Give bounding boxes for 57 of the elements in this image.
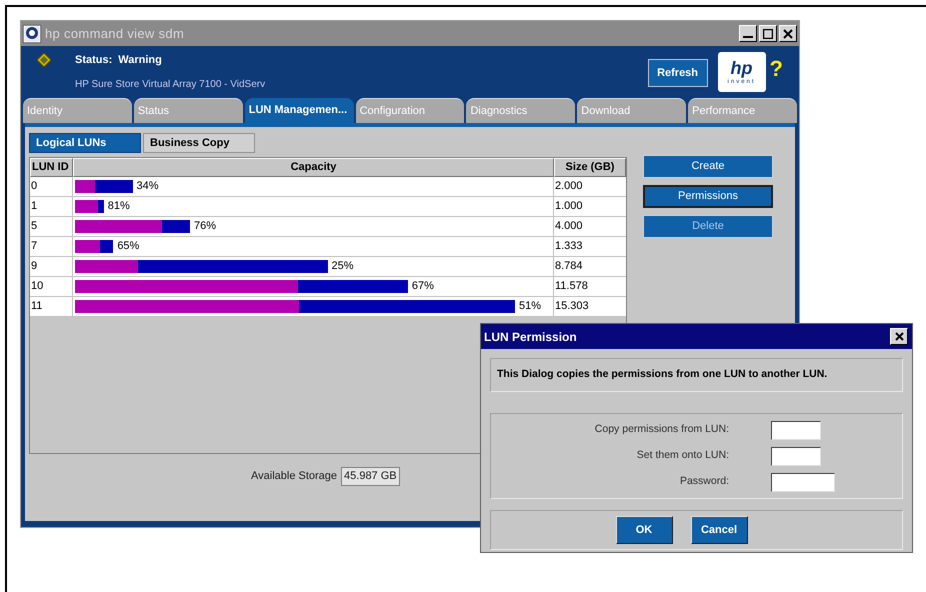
close-icon [894, 332, 904, 341]
status-diamond-icon [37, 53, 51, 67]
window-title: hp command view sdm [45, 24, 184, 43]
status-value: Warning [118, 53, 162, 68]
dialog-button[interactable]: Cancel [690, 516, 748, 544]
available-storage-field: 45.987 GB [341, 467, 400, 486]
sub-tab[interactable]: Business Copy [143, 133, 255, 153]
column-header: Capacity [73, 158, 554, 177]
table-cell-text: 15.303 [554, 299, 590, 314]
column-header: Size (GB) [554, 158, 626, 177]
table-cell: 7 [30, 237, 73, 256]
dialog-title: LUN Permission [484, 328, 577, 346]
action-button[interactable]: Permissions [643, 185, 773, 208]
description-text: This Dialog copies the permissions from one LUN to another LUN. [497, 367, 828, 382]
field-label: Set them onto LUN: [636, 448, 729, 464]
table-cell-text: 4.000 [554, 219, 584, 234]
close-icon [783, 28, 793, 38]
action-button[interactable]: Create [643, 155, 773, 178]
percent-label: 67% [412, 279, 434, 294]
table-cell-text: 2.000 [554, 179, 584, 194]
field-label: Copy permissions from LUN: [594, 422, 729, 438]
app-icon [23, 24, 41, 42]
table-cell: 0 [30, 177, 73, 196]
table-cell: 9 [30, 257, 73, 276]
input-field[interactable] [771, 446, 821, 466]
tab[interactable]: LUN Managemen... [244, 98, 354, 123]
refresh-button[interactable]: Refresh [648, 59, 708, 87]
percent-label: 34% [136, 179, 159, 194]
device-name: HP Sure Store Virtual Array 7100 - VidServ [75, 78, 266, 92]
dialog-button[interactable]: OK [616, 516, 672, 544]
table-cell-text: 1.333 [554, 239, 584, 254]
close-button[interactable] [779, 25, 797, 42]
table-cell: 5 [30, 217, 73, 236]
percent-label: 51% [519, 299, 542, 314]
table-cell-text: 11.578 [554, 279, 589, 294]
table-cell-text: 1.000 [554, 199, 584, 214]
percent-label: 76% [194, 219, 216, 234]
percent-label: 65% [117, 239, 140, 254]
status-label: Status: [75, 53, 112, 68]
minimize-button[interactable] [739, 25, 757, 42]
table-cell: 1 [30, 197, 73, 216]
table-cell-text: 8.784 [554, 259, 584, 274]
maximize-icon [763, 28, 773, 38]
maximize-button[interactable] [759, 25, 777, 42]
close-button[interactable] [890, 328, 908, 345]
column-header: LUN ID [30, 158, 73, 177]
table-cell: 11 [30, 297, 73, 316]
input-field[interactable] [771, 420, 821, 440]
percent-label: 25% [332, 259, 354, 274]
minimize-icon [743, 36, 753, 38]
input-field[interactable] [771, 472, 835, 492]
percent-label: 81% [108, 199, 130, 214]
table-cell: 10 [30, 277, 73, 296]
help-button[interactable]: ? [770, 58, 783, 80]
field-label: Password: [678, 474, 729, 490]
available-storage-label: Available Storage [251, 469, 338, 484]
sub-tab[interactable]: Logical LUNs [29, 133, 141, 153]
